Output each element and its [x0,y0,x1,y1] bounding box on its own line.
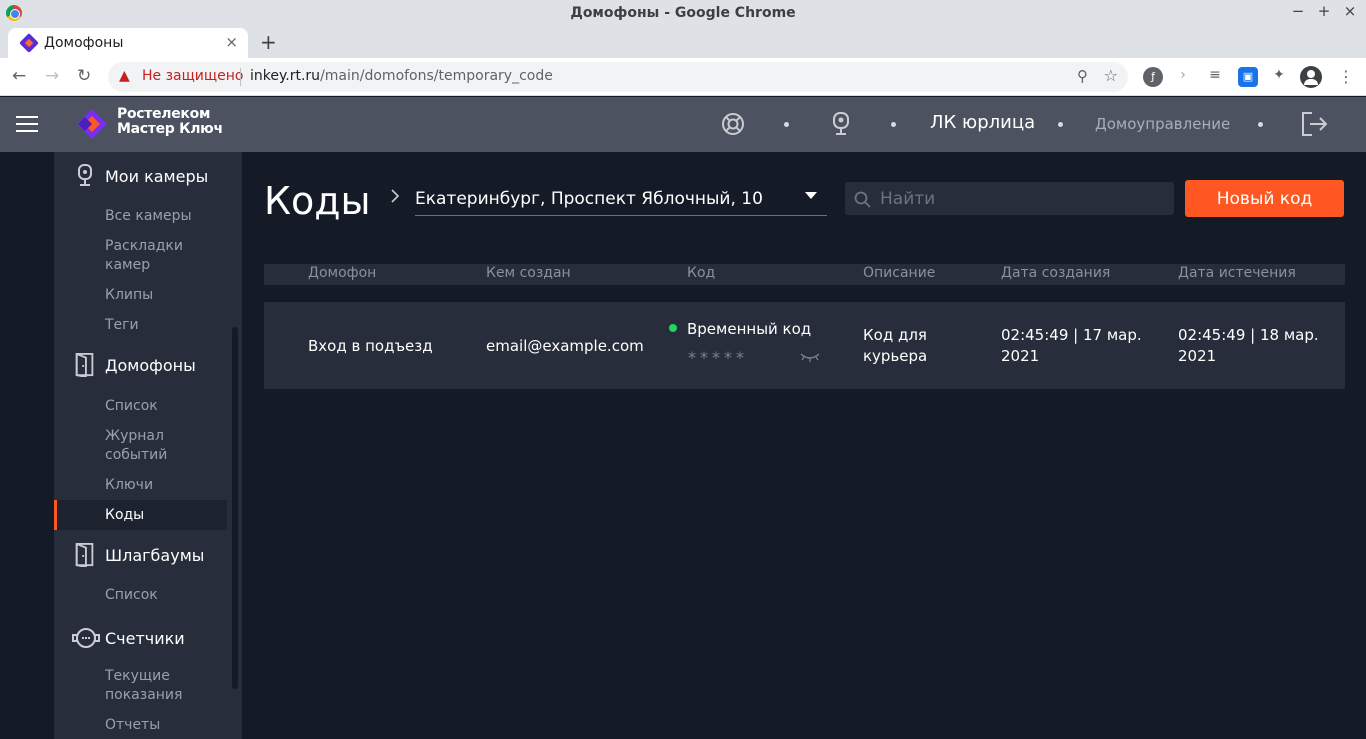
zoom-icon[interactable]: ⚲ [1077,67,1088,85]
sidebar-item-keys[interactable]: Ключи [54,476,227,495]
browser-toolbar: ← → ↻ ▲ Не защищено inkey.rt.ru/main/dom… [0,58,1366,96]
logo-text: Ростелеком Мастер Ключ [117,107,223,137]
cell-created-at: 02:45:49 | 17 мар. 2021 [1001,326,1142,365]
tab-close-icon[interactable]: × [225,33,238,51]
extension-arrow-icon[interactable]: › [1173,67,1193,87]
logo-line-2: Мастер Ключ [117,121,223,137]
header-separator-dot [891,122,896,127]
sidebar-item-event-log[interactable]: Журнал событий [54,427,204,465]
brand-logo[interactable]: Ростелеком Мастер Ключ [76,106,226,142]
header-separator-dot [1258,122,1263,127]
sidebar-section-title: Домофоны [105,356,196,375]
extension-icon[interactable]: ƒ [1143,67,1163,87]
status-active-dot [669,324,677,332]
rostelecom-logo-icon [77,109,107,139]
sidebar-section-title: Счетчики [105,629,185,648]
support-lifebuoy-icon[interactable] [720,111,746,137]
logout-icon[interactable] [1300,110,1328,138]
address-dropdown[interactable]: Екатеринбург, Проспект Яблочный, 10 [415,180,827,216]
cell-code-type: Временный код [687,320,812,338]
header-separator-dot [1058,122,1063,127]
new-tab-icon[interactable]: + [260,30,277,54]
main-content: Коды Екатеринбург, Проспект Яблочный, 10… [242,152,1366,739]
sidebar-item-barrier-list[interactable]: Список [54,586,227,605]
menu-hamburger-icon[interactable] [16,116,38,132]
sidebar-item-tags[interactable]: Теги [54,316,227,335]
table-header: Домофон Кем создан Код Описание Дата соз… [264,264,1345,285]
column-header-description[interactable]: Описание [863,265,935,281]
sidebar: Мои камеры Все камеры Раскладки камер Кл… [54,152,242,739]
security-label: Не защищено [142,68,244,84]
sidebar-item-camera-layouts[interactable]: Раскладки камер [54,237,204,275]
new-code-button[interactable]: Новый код [1185,180,1344,217]
window-titlebar: Домофоны - Google Chrome − + × [0,0,1366,26]
search-box[interactable] [845,182,1174,215]
profile-avatar-icon[interactable] [1300,66,1322,88]
door-icon [75,353,94,377]
chevron-down-icon [805,192,817,199]
sidebar-item-codes[interactable]: Коды [54,500,227,530]
url-host: inkey.rt.ru [250,68,321,84]
cell-expires-at: 02:45:49 | 18 мар. 2021 [1178,326,1319,365]
extensions-puzzle-icon[interactable]: ✦ [1269,67,1289,87]
selected-address: Екатеринбург, Проспект Яблочный, 10 [415,189,763,209]
logo-line-1: Ростелеком [117,106,211,122]
sidebar-scrollbar[interactable] [232,327,238,689]
url-path: /main/domofons/temporary_code [320,68,553,84]
sidebar-item-intercom-list[interactable]: Список [54,397,227,416]
camera-icon [78,164,92,186]
minimize-icon[interactable]: − [1290,2,1306,20]
camera-icon[interactable] [828,111,854,137]
tab-strip: Домофоны × + [0,26,1366,58]
sidebar-item-reports[interactable]: Отчеты [54,716,227,735]
translate-extension-icon[interactable]: ▣ [1238,67,1258,87]
cell-intercom: Вход в подъезд [308,337,433,355]
window-title: Домофоны - Google Chrome [570,5,796,21]
omnibox-separator [240,68,241,86]
chrome-menu-icon[interactable]: ⋮ [1338,67,1354,86]
header-separator-dot [784,122,789,127]
back-icon[interactable]: ← [12,66,26,86]
column-header-created-at[interactable]: Дата создания [1001,265,1110,281]
close-window-icon[interactable]: × [1342,2,1358,20]
page-title: Коды [264,179,371,223]
sidebar-item-all-cameras[interactable]: Все камеры [54,207,227,226]
maximize-icon[interactable]: + [1316,2,1332,20]
cell-created-by: email@example.com [486,337,644,355]
show-code-eye-icon[interactable] [800,349,820,363]
sidebar-item-clips[interactable]: Клипы [54,286,227,305]
reading-list-icon[interactable]: ≡ [1205,67,1225,87]
window-controls: − + × [1290,2,1358,20]
sidebar-section-title: Мои камеры [105,167,209,186]
code-masked: ***** [688,348,748,367]
chevron-right-icon [391,189,400,203]
reload-icon[interactable]: ↻ [77,66,91,86]
tab-title: Домофоны [44,35,124,51]
warning-icon: ▲ [119,68,130,84]
forward-icon[interactable]: → [45,66,59,86]
search-icon [854,191,871,208]
management-link[interactable]: Домоуправление [1095,115,1230,133]
app-header: Ростелеком Мастер Ключ ЛК юрлица Домоупр… [0,97,1366,152]
column-header-intercom[interactable]: Домофон [308,265,376,281]
column-header-created-by[interactable]: Кем создан [486,265,571,281]
barrier-door-icon [75,543,94,567]
column-header-code[interactable]: Код [687,265,715,281]
table-row[interactable]: Вход в подъезд email@example.com Временн… [264,302,1345,389]
url-text: inkey.rt.ru/main/domofons/temporary_code [250,68,553,84]
sidebar-section-title: Шлагбаумы [105,546,205,565]
bookmark-star-icon[interactable]: ☆ [1104,66,1118,85]
search-input[interactable] [880,182,1165,215]
address-bar[interactable]: ▲ Не защищено inkey.rt.ru/main/domofons/… [108,62,1128,92]
site-favicon-icon [19,33,39,53]
sidebar-item-current-readings[interactable]: Текущие показания [54,667,204,705]
meter-icon [72,628,100,648]
sidebar-gutter [0,152,54,739]
browser-tab[interactable]: Домофоны × [8,28,248,58]
account-link[interactable]: ЛК юрлица [930,112,1035,133]
cell-description: Код для курьера [863,326,928,365]
column-header-expires-at[interactable]: Дата истечения [1178,265,1296,281]
